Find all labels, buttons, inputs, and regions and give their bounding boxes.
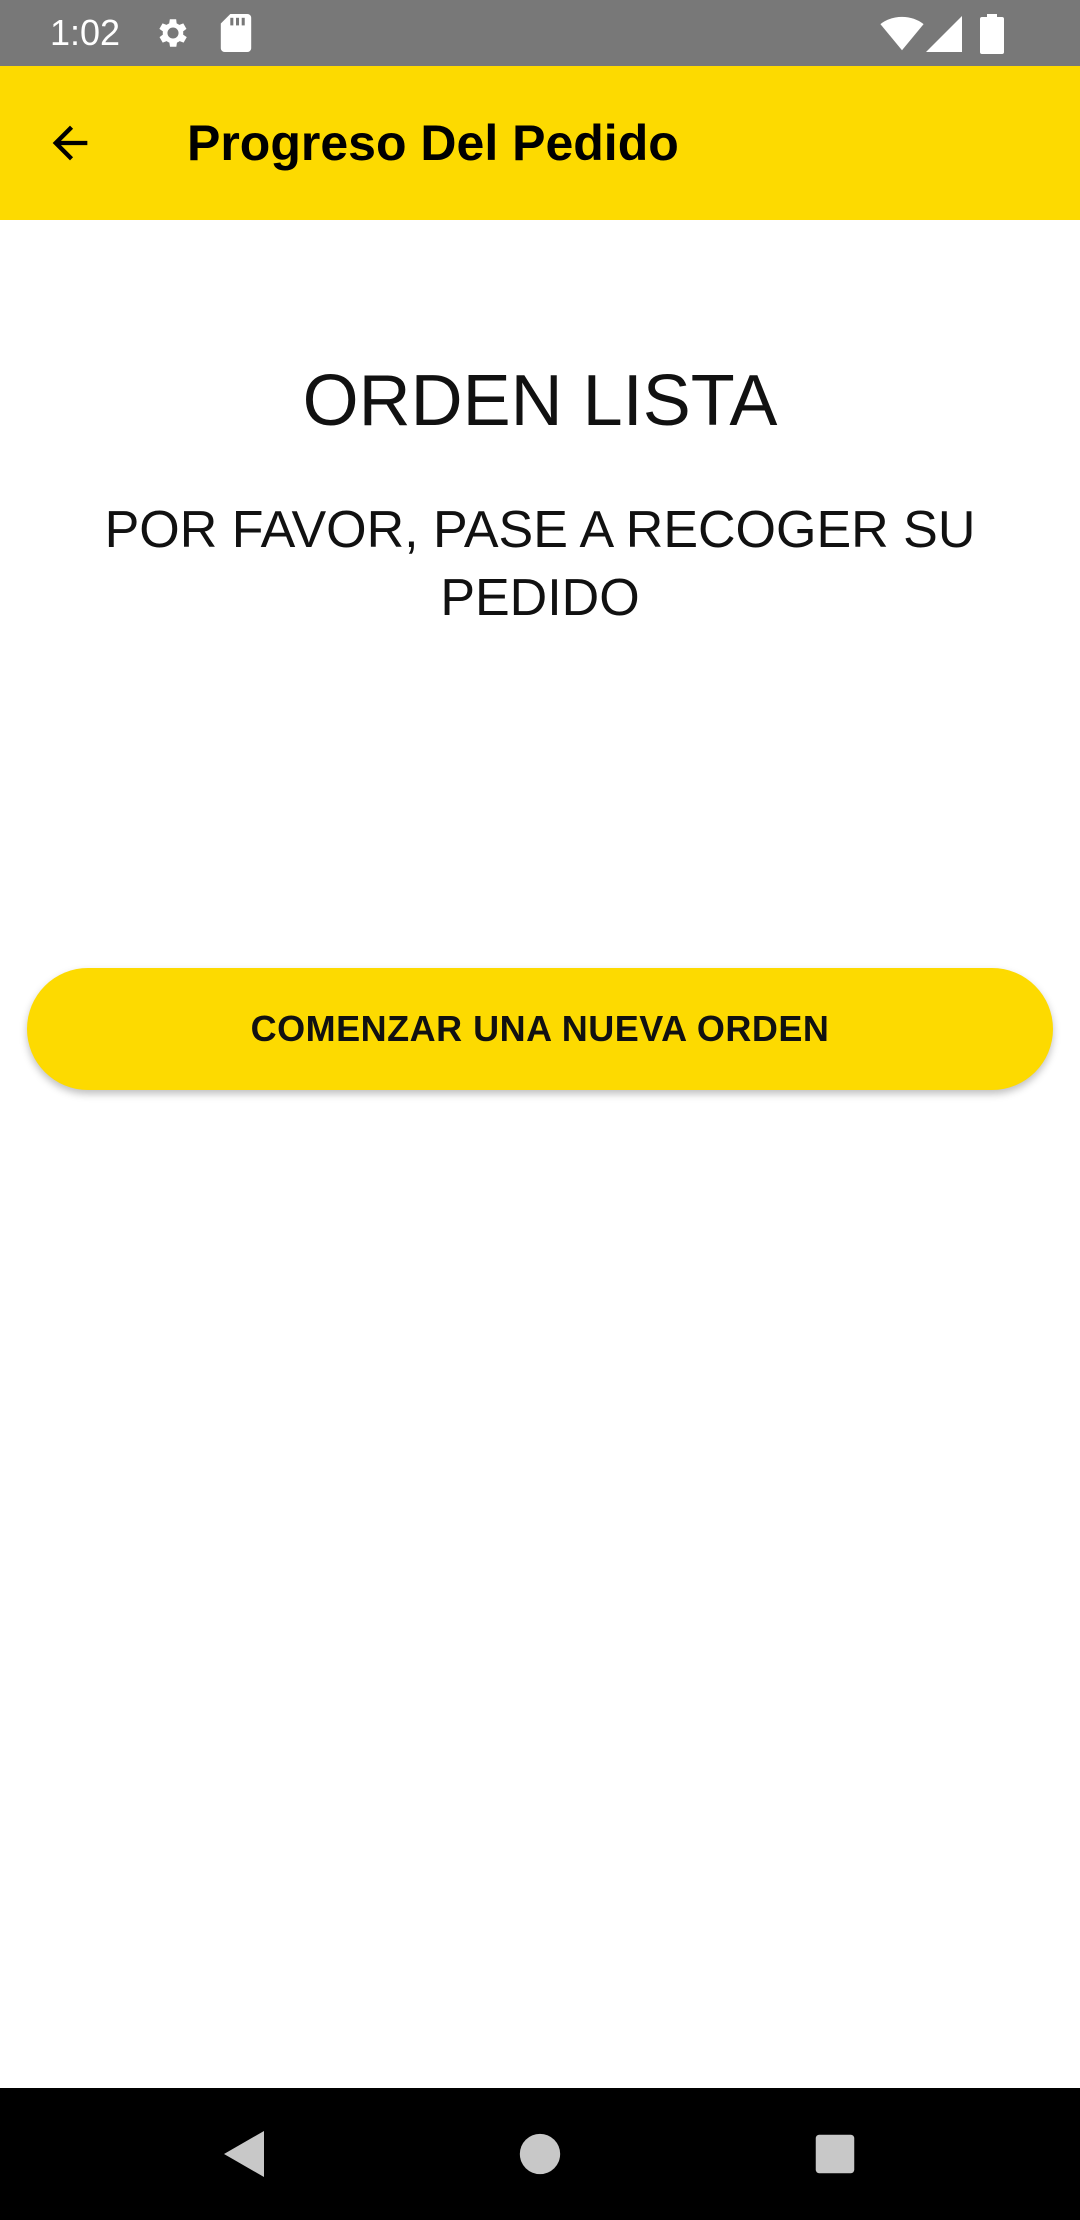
system-nav-bar [0,2088,1080,2220]
battery-icon [980,14,1004,54]
new-order-button-label: COMENZAR UNA NUEVA ORDEN [250,1008,830,1049]
nav-back-icon [224,2131,264,2177]
nav-home-icon [519,2133,561,2175]
nav-back-button[interactable] [208,2118,280,2190]
gear-icon [159,19,187,47]
nav-home-button[interactable] [504,2118,576,2190]
arrow-back-icon [52,125,88,161]
nav-recents-button[interactable] [799,2118,871,2190]
pickup-message: POR FAVOR, PASE A RECOGER SU PEDIDO [104,501,976,627]
back-button[interactable] [30,103,110,183]
page-title: Progreso Del Pedido [187,115,679,171]
app-bar: Progreso Del Pedido [0,66,1080,220]
sd-card-icon [220,14,252,52]
signal-icon [926,16,962,52]
new-order-button[interactable]: COMENZAR UNA NUEVA ORDEN [27,968,1053,1090]
wifi-icon [880,16,924,51]
status-bar: 1:02 [0,0,1080,66]
status-time: 1:02 [50,12,121,53]
order-ready-heading: ORDEN LISTA [302,361,778,441]
nav-recents-icon [815,2134,855,2174]
